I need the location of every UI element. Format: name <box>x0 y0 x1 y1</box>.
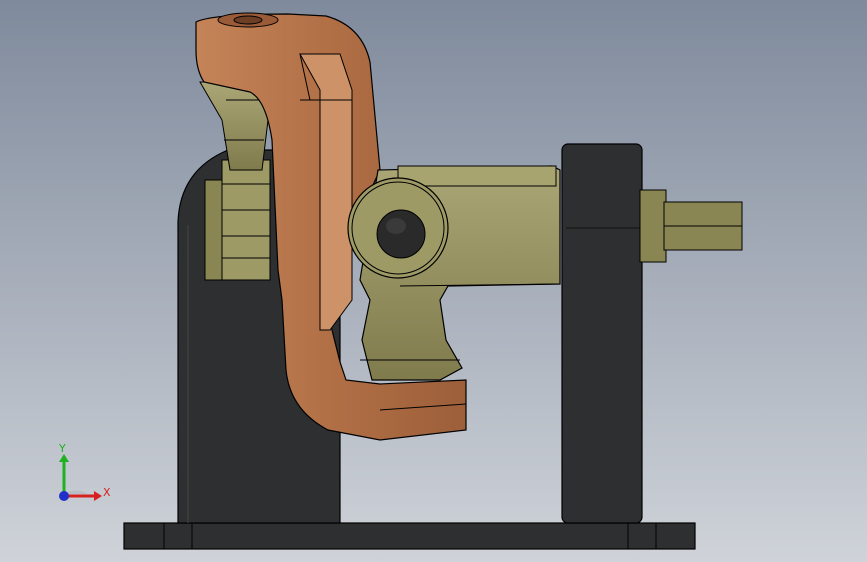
z-axis-dot <box>59 491 69 501</box>
x-axis-arrowhead <box>94 491 102 501</box>
base-plate[interactable] <box>123 522 696 550</box>
universal-joint-assembly-model[interactable] <box>0 0 867 562</box>
right-bearing-block[interactable] <box>561 143 643 524</box>
cross-pin-boss[interactable] <box>347 177 449 279</box>
x-axis-label: X <box>103 486 111 499</box>
axis-orientation-triad: X Y <box>40 440 130 520</box>
cad-graphics-viewport[interactable]: X Y <box>0 0 867 562</box>
y-axis-label: Y <box>59 442 66 455</box>
y-axis-arrowhead <box>59 454 69 462</box>
triad-graphic <box>59 454 102 501</box>
